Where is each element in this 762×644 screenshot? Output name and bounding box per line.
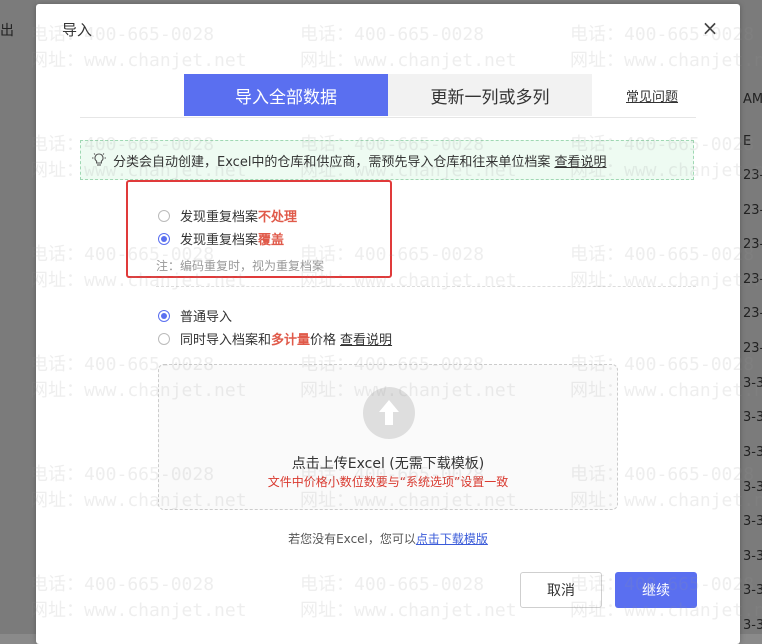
- radio-multi-unit-import[interactable]: 同时导入档案和 多计量 价格 查看说明: [158, 329, 392, 348]
- info-tip: 分类会自动创建，Excel中的仓库和供应商，需预先导入仓库和往来单位档案 查看说…: [80, 140, 694, 180]
- background-cell-text: 23-: [743, 306, 762, 321]
- import-tabs: 导入全部数据 更新一列或多列: [184, 74, 592, 116]
- background-cell-text: AM: [743, 92, 762, 107]
- radio-circle: [158, 332, 170, 345]
- faq-link[interactable]: 常见问题: [626, 86, 678, 105]
- background-left-label: 出: [0, 23, 14, 39]
- background-cell-text: 3-3: [743, 549, 762, 564]
- multi-unit-help-link[interactable]: 查看说明: [340, 329, 392, 348]
- background-left-strip: 出: [0, 0, 36, 634]
- background-cell-text: 23-: [743, 203, 762, 218]
- upload-arrow-icon: [363, 387, 415, 439]
- background-cell-text: 3-3: [743, 410, 762, 425]
- import-dialog: 导入 × 导入全部数据 更新一列或多列 常见问题 分类会自动创建，Excel中的…: [36, 4, 740, 644]
- radio-circle-selected: [158, 232, 170, 245]
- background-cell-text: 3-3: [743, 618, 762, 633]
- duplicate-note: 注：编码重复时，视为重复档案: [156, 259, 325, 273]
- no-excel-hint: 若您没有Excel，您可以点击下载模版: [36, 530, 740, 547]
- background-cell-text: 3-3: [743, 480, 762, 495]
- upload-subtitle: 文件中价格小数位数要与“系统选项”设置一致: [267, 475, 509, 489]
- background-cell-text: 23-: [743, 168, 762, 183]
- radio-label-prefix: 同时导入档案和: [180, 333, 272, 348]
- background-cell-text: 3-3: [743, 445, 762, 460]
- radio-label-prefix: 发现重复档案: [180, 233, 259, 248]
- radio-circle-selected: [158, 309, 170, 322]
- radio-duplicate-overwrite[interactable]: 发现重复档案 覆盖: [158, 229, 284, 248]
- background-cell-text: 23-: [743, 341, 762, 356]
- close-icon[interactable]: ×: [700, 18, 720, 38]
- continue-button[interactable]: 继续: [615, 572, 697, 608]
- tab-import-all[interactable]: 导入全部数据: [184, 74, 388, 116]
- background-cell-text: 23-: [743, 272, 762, 287]
- radio-label-suffix: 价格: [310, 333, 337, 348]
- background-cell-text: 3-3: [743, 514, 762, 529]
- background-cell-text: 3-3: [743, 583, 762, 598]
- radio-label-emphasis: 不处理: [258, 210, 298, 225]
- background-cell-text: 3-3: [743, 376, 762, 391]
- section-divider: [156, 286, 696, 287]
- background-cell-text: E: [743, 134, 752, 149]
- lightbulb-icon: [92, 153, 106, 166]
- dialog-title: 导入: [62, 21, 93, 39]
- download-template-link[interactable]: 点击下载模版: [416, 532, 488, 546]
- cancel-button[interactable]: 取消: [520, 572, 602, 608]
- radio-label-prefix: 发现重复档案: [180, 210, 259, 225]
- radio-label: 普通导入: [180, 310, 233, 325]
- tab-update-columns[interactable]: 更新一列或多列: [388, 74, 592, 116]
- radio-duplicate-skip[interactable]: 发现重复档案 不处理: [158, 206, 297, 225]
- tabs-divider: [80, 117, 696, 118]
- background-right-strip: AM E 23- 23- 23- 23- 23- 23- 3-3 3-3 3-3 3-3 3-3 3-3 3…: [740, 0, 762, 634]
- tip-text: 分类会自动创建，Excel中的仓库和供应商，需预先导入仓库和往来单位档案: [113, 154, 551, 170]
- no-excel-text: 若您没有Excel，您可以: [288, 532, 416, 546]
- radio-normal-import[interactable]: 普通导入: [158, 306, 232, 325]
- radio-label-emphasis: 多计量: [271, 333, 311, 348]
- radio-label-emphasis: 覆盖: [258, 233, 285, 248]
- background-cell-text: 23-: [743, 237, 762, 252]
- upload-dropzone[interactable]: 点击上传Excel (无需下载模板) 文件中价格小数位数要与“系统选项”设置一致: [158, 364, 618, 510]
- upload-title: 点击上传Excel (无需下载模板): [291, 456, 485, 472]
- radio-circle: [158, 209, 170, 222]
- tip-help-link[interactable]: 查看说明: [554, 151, 606, 170]
